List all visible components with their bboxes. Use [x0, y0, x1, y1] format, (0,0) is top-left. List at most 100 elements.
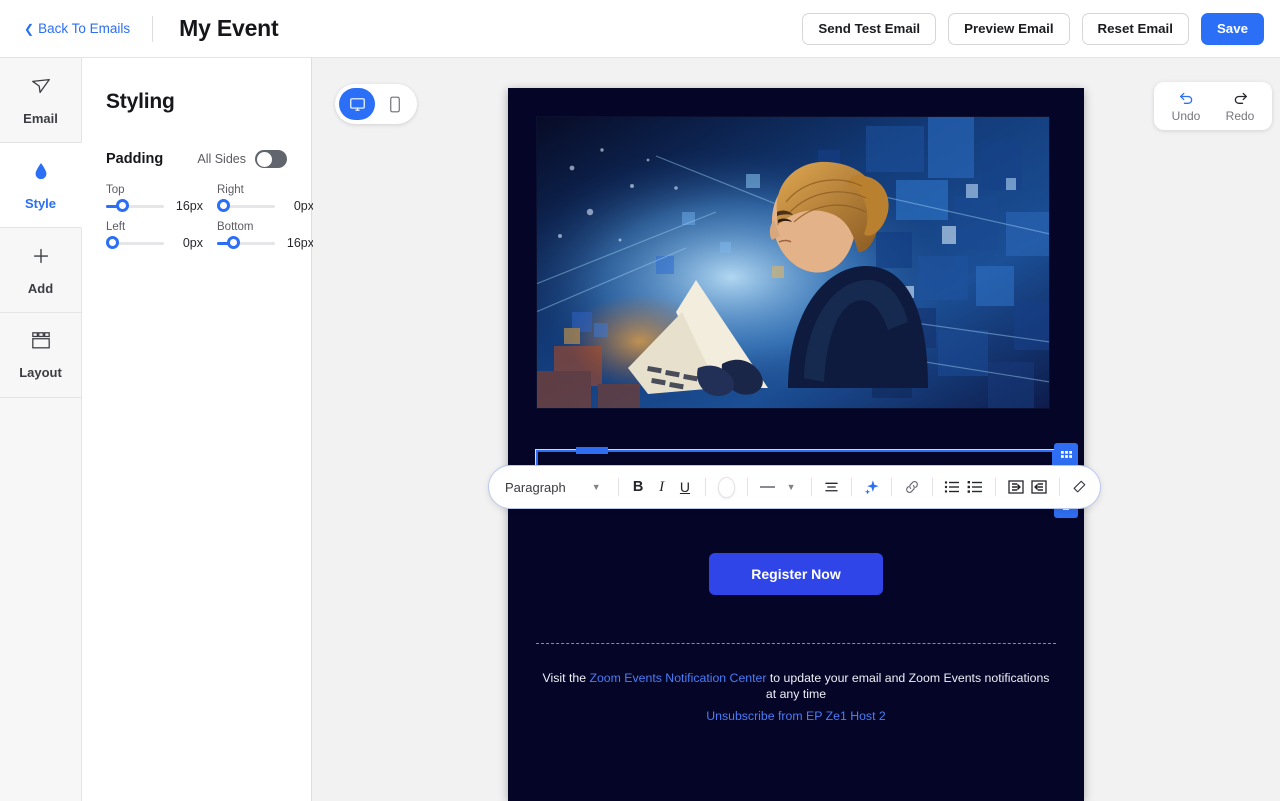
ai-assist-button[interactable] [861, 474, 882, 500]
chevron-down-icon: ▼ [786, 482, 796, 492]
slider-thumb[interactable] [217, 199, 230, 212]
padding-top-value: 16px [175, 199, 203, 213]
padding-label: Padding [106, 151, 164, 167]
padding-right-label: Right [217, 184, 244, 196]
send-test-email-button[interactable]: Send Test Email [802, 12, 937, 45]
padding-section-header: Padding All Sides [106, 150, 287, 168]
padding-bottom-value: 16px [286, 236, 314, 250]
italic-button[interactable]: I [651, 474, 672, 500]
redo-button[interactable]: Redo [1218, 90, 1262, 123]
email-canvas[interactable]: Add your text here [508, 88, 1084, 801]
register-now-button[interactable]: Register Now [709, 553, 883, 595]
slider-thumb[interactable] [116, 199, 129, 212]
bulleted-list-button[interactable] [941, 474, 962, 500]
align-button[interactable] [821, 474, 842, 500]
padding-left-field: Left 0px [106, 221, 203, 250]
all-sides-control: All Sides [197, 150, 287, 168]
padding-top-field: Top 16px [106, 184, 203, 213]
padding-left-value: 0px [182, 236, 203, 250]
line-style-dropdown[interactable]: ▼ [780, 474, 801, 500]
panel-title: Styling [106, 90, 175, 113]
numbered-list-button[interactable] [965, 474, 986, 500]
footer-suffix: to update your email and Zoom Events not… [765, 671, 1050, 701]
editor-stage: Undo Redo Register Now Visit the Zoom Ev… [313, 58, 1280, 801]
back-to-emails-link[interactable]: ❮ Back To Emails [24, 21, 130, 36]
sidebar-item-layout[interactable]: Layout [0, 313, 82, 398]
email-footer: Visit the Zoom Events Notification Cente… [508, 670, 1084, 723]
padding-bottom-label: Bottom [217, 221, 254, 233]
plus-icon [30, 245, 52, 272]
clear-formatting-button[interactable] [1069, 474, 1090, 500]
hero-illustration [536, 116, 1050, 409]
undo-button[interactable]: Undo [1164, 90, 1208, 123]
toolbar-separator [810, 478, 812, 496]
padding-left-label: Left [106, 221, 126, 233]
outdent-button[interactable] [1028, 474, 1049, 500]
underline-button[interactable]: U [674, 474, 695, 500]
sidebar-rail: Email Style Add Layout [0, 58, 82, 801]
sidebar-item-add[interactable]: Add [0, 228, 82, 313]
indent-button[interactable] [1005, 474, 1026, 500]
mobile-icon[interactable] [377, 88, 413, 120]
padding-fields: Top 16px Right 0px Left 0px Bottom 16px [106, 184, 314, 250]
link-button[interactable] [901, 474, 922, 500]
top-bar: ❮ Back To Emails My Event Send Test Emai… [0, 0, 1280, 58]
block-handle[interactable] [576, 447, 608, 454]
sidebar-item-style[interactable]: Style [0, 143, 82, 228]
toolbar-separator [1058, 478, 1060, 496]
padding-right-field: Right 0px [217, 184, 314, 213]
toolbar-separator [931, 478, 933, 496]
toolbar-separator [891, 478, 893, 496]
padding-right-value: 0px [293, 199, 314, 213]
padding-bottom-slider[interactable] [217, 236, 275, 250]
sidebar-item-add-label: Add [27, 280, 54, 296]
rich-text-toolbar: Paragraph ▼ B I U ▼ [488, 465, 1101, 509]
preview-email-button[interactable]: Preview Email [948, 12, 1070, 45]
device-preview-toggle [335, 84, 417, 124]
styling-panel: Styling Padding All Sides Top 16px Right [82, 58, 314, 801]
text-color-button[interactable] [718, 477, 735, 497]
all-sides-label: All Sides [197, 152, 246, 166]
page-title: My Event [179, 15, 279, 41]
padding-bottom-field: Bottom 16px [217, 221, 314, 250]
back-to-emails-label: Back To Emails [38, 21, 131, 36]
notification-center-link[interactable]: Zoom Events Notification Center [589, 671, 766, 685]
chevron-left-icon: ❮ [24, 21, 35, 36]
droplet-icon [31, 160, 51, 187]
reset-email-button[interactable]: Reset Email [1081, 12, 1189, 45]
all-sides-toggle[interactable] [255, 150, 287, 168]
top-bar-actions: Send Test Email Preview Email Reset Emai… [802, 12, 1264, 45]
grid-dots-icon[interactable] [1058, 448, 1074, 464]
hero-block[interactable] [508, 88, 1084, 409]
history-controls: Undo Redo [1154, 82, 1272, 130]
undo-arrow-icon [1178, 90, 1195, 108]
hero-image[interactable] [536, 116, 1050, 409]
slider-thumb[interactable] [227, 236, 240, 249]
padding-top-slider[interactable] [106, 199, 164, 213]
save-button[interactable]: Save [1200, 12, 1264, 45]
bold-button[interactable]: B [627, 474, 648, 500]
unsubscribe-link[interactable]: Unsubscribe from EP Ze1 Host 2 [536, 709, 1056, 723]
top-bar-divider [152, 15, 154, 42]
sidebar-item-layout-label: Layout [19, 364, 62, 380]
toolbar-separator [995, 478, 996, 496]
sidebar-item-style-label: Style [24, 195, 57, 211]
block-format-select[interactable]: Paragraph ▼ [499, 480, 609, 495]
footer-text: Visit the Zoom Events Notification Cente… [536, 670, 1056, 702]
padding-right-slider[interactable] [217, 199, 275, 213]
slider-thumb[interactable] [106, 236, 119, 249]
padding-left-slider[interactable] [106, 236, 164, 250]
undo-label: Undo [1171, 108, 1201, 123]
sidebar-item-email[interactable]: Email [0, 58, 82, 143]
horizontal-line-icon [760, 486, 776, 488]
layout-grid-icon [30, 331, 52, 356]
chevron-down-icon: ▼ [591, 482, 601, 492]
toggle-knob [256, 151, 272, 167]
desktop-icon[interactable] [339, 88, 375, 120]
line-style-button[interactable] [757, 474, 778, 500]
footer-divider [536, 643, 1056, 644]
redo-arrow-icon [1232, 90, 1249, 108]
padding-top-label: Top [106, 184, 125, 196]
cta-block: Register Now [508, 553, 1084, 595]
footer-prefix: Visit the [542, 671, 590, 685]
